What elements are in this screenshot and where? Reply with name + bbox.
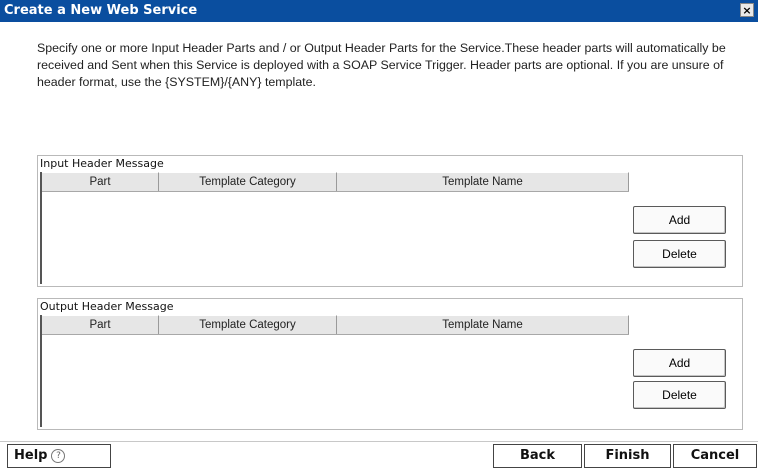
output-add-button[interactable]: Add	[633, 349, 726, 377]
dialog-footer: Help? Back Finish Cancel	[0, 441, 758, 469]
output-header-table-header: Part Template Category Template Name	[42, 315, 629, 335]
input-header-panel: Input Header Message Part Template Categ…	[37, 155, 743, 287]
column-header-part[interactable]: Part	[42, 315, 159, 334]
input-header-table[interactable]: Part Template Category Template Name	[40, 172, 629, 284]
input-header-label: Input Header Message	[40, 157, 164, 170]
column-header-template-category[interactable]: Template Category	[159, 172, 337, 191]
close-icon[interactable]: ×	[740, 3, 754, 17]
help-label: Help	[14, 448, 48, 463]
column-header-template-name[interactable]: Template Name	[337, 172, 629, 191]
input-header-table-header: Part Template Category Template Name	[42, 172, 629, 192]
window-title: Create a New Web Service	[4, 3, 198, 18]
input-delete-button[interactable]: Delete	[633, 240, 726, 268]
column-header-part[interactable]: Part	[42, 172, 159, 191]
output-header-table[interactable]: Part Template Category Template Name	[40, 315, 629, 427]
output-delete-button[interactable]: Delete	[633, 381, 726, 409]
back-button[interactable]: Back	[493, 444, 582, 468]
cancel-button[interactable]: Cancel	[673, 444, 757, 468]
help-icon: ?	[51, 449, 66, 463]
column-header-template-name[interactable]: Template Name	[337, 315, 629, 334]
output-header-label: Output Header Message	[40, 300, 174, 313]
column-header-template-category[interactable]: Template Category	[159, 315, 337, 334]
title-bar: Create a New Web Service ×	[0, 0, 758, 22]
output-header-panel: Output Header Message Part Template Cate…	[37, 298, 743, 430]
finish-button[interactable]: Finish	[584, 444, 671, 468]
input-add-button[interactable]: Add	[633, 206, 726, 234]
instructions-text: Specify one or more Input Header Parts a…	[37, 41, 726, 89]
help-button[interactable]: Help?	[7, 444, 111, 468]
